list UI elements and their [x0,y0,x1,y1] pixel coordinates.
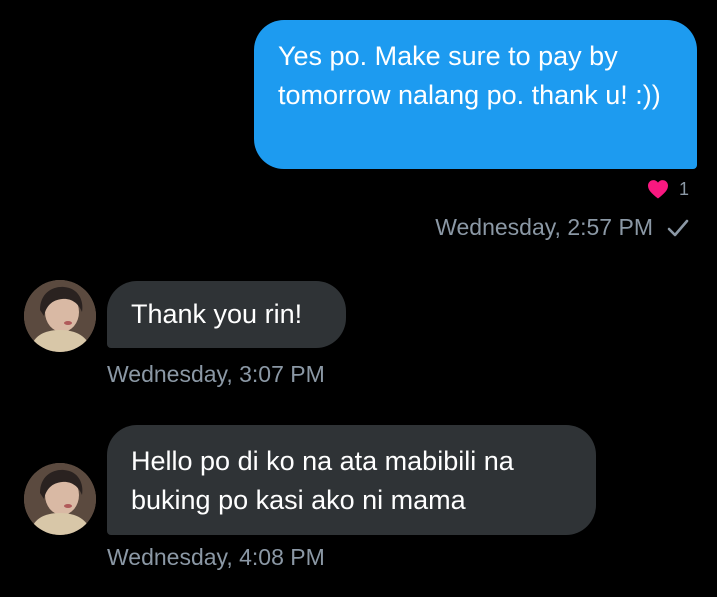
message-text: Yes po. Make sure to pay by tomorrow nal… [278,41,661,110]
heart-icon [647,180,668,199]
reaction-count: 1 [678,178,689,199]
message-text: Hello po di ko na ata mabibili na buking… [131,446,514,515]
message-timestamp: Wednesday, 4:08 PM [107,544,325,570]
message-text: Thank you rin! [131,299,303,329]
avatar[interactable] [24,280,96,352]
check-icon [667,219,689,236]
incoming-message-bubble[interactable]: Hello po di ko na ata mabibili na buking… [107,425,596,535]
message-timestamp: Wednesday, 3:07 PM [107,361,325,387]
timestamp-text: Wednesday, 2:57 PM [435,214,653,240]
message-timestamp: Wednesday, 2:57 PM [435,214,689,241]
outgoing-message-bubble[interactable]: Yes po. Make sure to pay by tomorrow nal… [254,20,697,169]
avatar[interactable] [24,463,96,535]
avatar-image [24,280,96,352]
incoming-message-bubble[interactable]: Thank you rin! [107,281,346,348]
avatar-image [24,463,96,535]
message-reaction[interactable]: 1 [647,178,689,200]
